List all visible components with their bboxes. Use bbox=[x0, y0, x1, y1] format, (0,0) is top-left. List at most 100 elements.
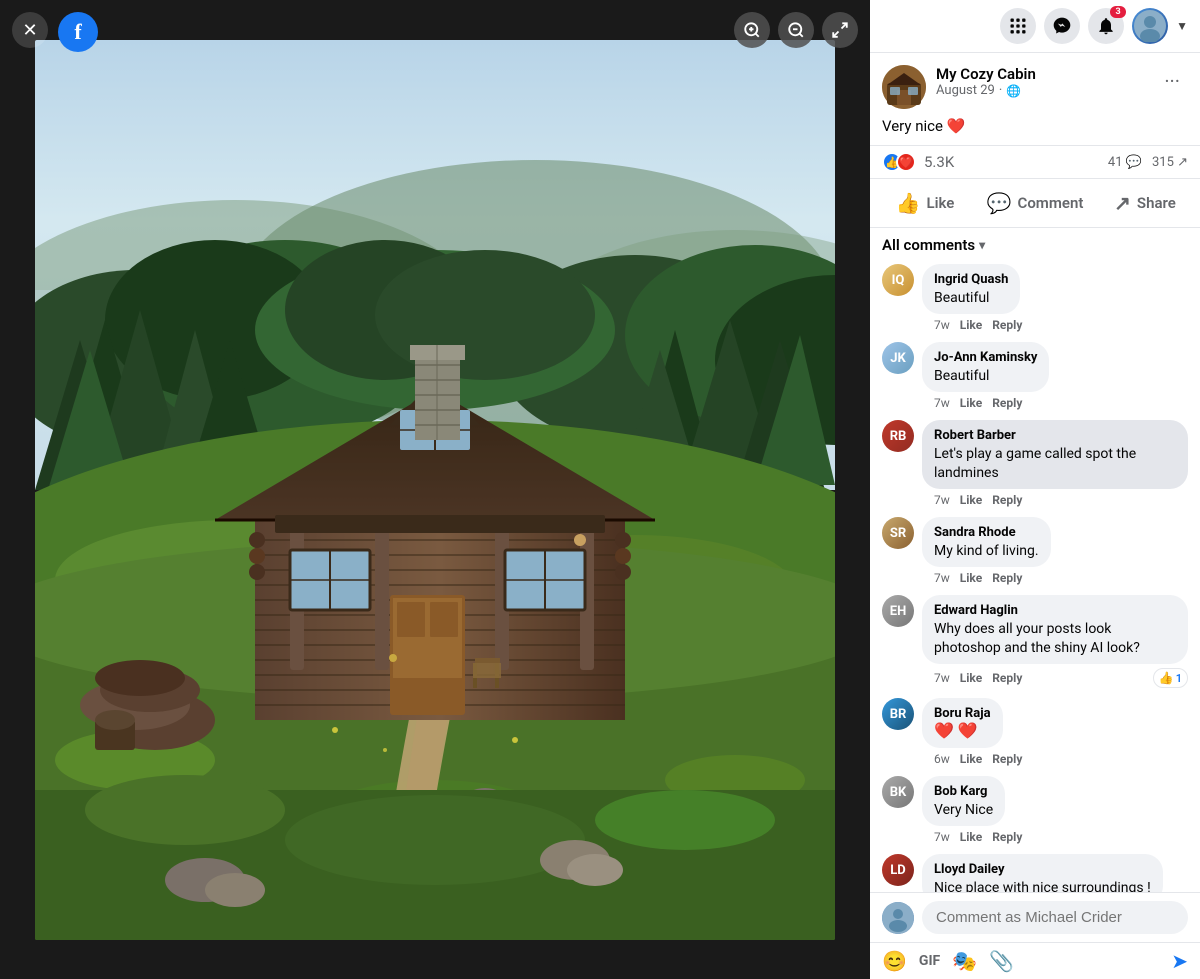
send-button[interactable]: ➤ bbox=[1171, 949, 1188, 973]
post-meta: August 29 · 🌐 bbox=[936, 83, 1146, 98]
like-icon: 👍 bbox=[896, 191, 921, 215]
reaction-icons: 👍 ❤️ bbox=[882, 152, 916, 172]
post-header: My Cozy Cabin August 29 · 🌐 ··· bbox=[870, 53, 1200, 117]
apps-button[interactable] bbox=[1000, 8, 1036, 44]
share-label: Share bbox=[1137, 194, 1176, 212]
close-button[interactable]: ✕ bbox=[12, 12, 48, 48]
post-info: My Cozy Cabin August 29 · 🌐 bbox=[936, 65, 1146, 98]
commenter-name: Bob Karg bbox=[934, 784, 993, 799]
comment-item: RB Robert Barber Let's play a game calle… bbox=[882, 420, 1188, 507]
emoji-button[interactable]: 😊 bbox=[882, 949, 907, 973]
comment-body: Robert Barber Let's play a game called s… bbox=[922, 420, 1188, 507]
comment-actions: 7w Like Reply bbox=[922, 571, 1188, 585]
zoom-out-button[interactable] bbox=[778, 12, 814, 48]
account-dropdown-chevron[interactable]: ▼ bbox=[1176, 19, 1188, 33]
like-reaction-emoji: 👍 bbox=[1159, 671, 1174, 685]
shares-count: 315 ↗ bbox=[1152, 155, 1188, 170]
comment-time: 7w bbox=[934, 830, 950, 844]
comment-body: Bob Karg Very Nice 7w Like Reply bbox=[922, 776, 1188, 844]
comment-body: Jo-Ann Kaminsky Beautiful 7w Like Reply bbox=[922, 342, 1188, 410]
comment-item: EH Edward Haglin Why does all your posts… bbox=[882, 595, 1188, 688]
commenter-name: Lloyd Dailey bbox=[934, 862, 1151, 877]
notifications-button[interactable]: 3 bbox=[1088, 8, 1124, 44]
comment-input-wrapper bbox=[922, 901, 1188, 934]
page-name[interactable]: My Cozy Cabin bbox=[936, 65, 1146, 83]
comment-time: 7w bbox=[934, 671, 950, 685]
reply-comment-button[interactable]: Reply bbox=[992, 318, 1022, 332]
comment-actions: 7w Like Reply 👍 1 bbox=[922, 668, 1188, 688]
image-viewer: ✕ f bbox=[0, 0, 870, 979]
comment-time: 7w bbox=[934, 318, 950, 332]
like-comment-button[interactable]: Like bbox=[960, 396, 982, 410]
comments-dropdown-arrow: ▾ bbox=[979, 238, 985, 252]
like-comment-button[interactable]: Like bbox=[960, 493, 982, 507]
commenter-name: Ingrid Quash bbox=[934, 272, 1008, 287]
comment-bubble: Bob Karg Very Nice bbox=[922, 776, 1005, 826]
comment-body: Edward Haglin Why does all your posts lo… bbox=[922, 595, 1188, 688]
comment-bubble: Robert Barber Let's play a game called s… bbox=[922, 420, 1188, 489]
comment-text: Why does all your posts look photoshop a… bbox=[934, 621, 1140, 656]
reactions-left: 👍 ❤️ 5.3K bbox=[882, 152, 954, 172]
gif-button[interactable]: GIF bbox=[919, 953, 940, 969]
like-comment-button[interactable]: Like bbox=[960, 318, 982, 332]
expand-button[interactable] bbox=[822, 12, 858, 48]
share-icon: ↗ bbox=[1114, 191, 1131, 215]
comment-time: 7w bbox=[934, 493, 950, 507]
like-label: Like bbox=[927, 194, 955, 212]
sticker-button[interactable]: 🎭 bbox=[952, 949, 977, 973]
caption-text: Very nice bbox=[882, 117, 943, 135]
post-menu-button[interactable]: ··· bbox=[1156, 65, 1188, 97]
comment-bubble: Edward Haglin Why does all your posts lo… bbox=[922, 595, 1188, 664]
messenger-button[interactable] bbox=[1044, 8, 1080, 44]
reply-comment-button[interactable]: Reply bbox=[992, 396, 1022, 410]
commenter-name: Jo-Ann Kaminsky bbox=[934, 350, 1037, 365]
like-comment-button[interactable]: Like bbox=[960, 671, 982, 685]
like-comment-button[interactable]: Like bbox=[960, 571, 982, 585]
zoom-in-button[interactable] bbox=[734, 12, 770, 48]
comment-actions: 7w Like Reply bbox=[922, 318, 1188, 332]
share-button[interactable]: ↗ Share bbox=[1090, 183, 1200, 223]
reply-comment-button[interactable]: Reply bbox=[992, 571, 1022, 585]
reply-comment-button[interactable]: Reply bbox=[992, 493, 1022, 507]
all-comments-header[interactable]: All comments ▾ bbox=[882, 236, 1188, 254]
comment-item: IQ Ingrid Quash Beautiful 7w Like Reply bbox=[882, 264, 1188, 332]
comment-button[interactable]: 💬 Comment bbox=[980, 183, 1090, 223]
current-user-avatar bbox=[882, 902, 914, 934]
comment-text: Very Nice bbox=[934, 802, 993, 818]
comment-like-reaction: 👍 1 bbox=[1153, 668, 1188, 688]
reply-comment-button[interactable]: Reply bbox=[992, 830, 1022, 844]
comment-body: Sandra Rhode My kind of living. 7w Like … bbox=[922, 517, 1188, 585]
reply-comment-button[interactable]: Reply bbox=[992, 671, 1022, 685]
comment-body: Ingrid Quash Beautiful 7w Like Reply bbox=[922, 264, 1188, 332]
like-reaction-count: 1 bbox=[1176, 672, 1182, 685]
reply-comment-button[interactable]: Reply bbox=[992, 752, 1022, 766]
commenter-name: Boru Raja bbox=[934, 706, 991, 721]
attachment-button[interactable]: 📎 bbox=[989, 949, 1014, 973]
commenter-avatar: LD bbox=[882, 854, 914, 886]
image-controls bbox=[734, 12, 858, 48]
heart-reaction-icon: ❤️ bbox=[896, 152, 916, 172]
comment-text: Beautiful bbox=[934, 290, 989, 306]
comment-text: Let's play a game called spot the landmi… bbox=[934, 446, 1136, 481]
user-avatar-nav[interactable] bbox=[1132, 8, 1168, 44]
facebook-logo[interactable]: f bbox=[58, 12, 98, 52]
like-button[interactable]: 👍 Like bbox=[870, 183, 980, 223]
comment-bubble: Lloyd Dailey Nice place with nice surrou… bbox=[922, 854, 1163, 892]
like-comment-button[interactable]: Like bbox=[960, 830, 982, 844]
commenter-name: Edward Haglin bbox=[934, 603, 1176, 618]
comment-time: 6w bbox=[934, 752, 950, 766]
emoji-toolbar: 😊 GIF 🎭 📎 ➤ bbox=[870, 942, 1200, 979]
comment-text: ❤️ ❤️ bbox=[934, 721, 978, 740]
commenter-avatar: JK bbox=[882, 342, 914, 374]
page-avatar[interactable] bbox=[882, 65, 926, 109]
commenter-name: Robert Barber bbox=[934, 428, 1176, 443]
cabin-photo bbox=[35, 40, 835, 940]
comment-text: Beautiful bbox=[934, 368, 989, 384]
like-comment-button[interactable]: Like bbox=[960, 752, 982, 766]
comments-section: All comments ▾ IQ Ingrid Quash Beautiful… bbox=[870, 228, 1200, 892]
comment-bubble: Boru Raja ❤️ ❤️ bbox=[922, 698, 1003, 748]
commenter-avatar: SR bbox=[882, 517, 914, 549]
reactions-row: 👍 ❤️ 5.3K 41 💬 315 ↗ bbox=[870, 145, 1200, 179]
comment-body: Lloyd Dailey Nice place with nice surrou… bbox=[922, 854, 1188, 892]
comment-input[interactable] bbox=[922, 901, 1188, 934]
